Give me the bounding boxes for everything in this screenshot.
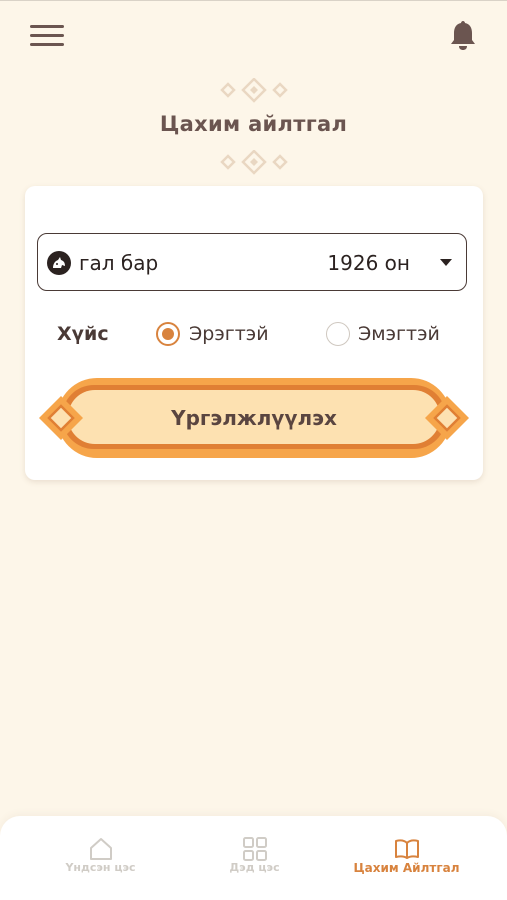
nav-report[interactable]: Цахим Айлтгал bbox=[322, 816, 491, 900]
bottom-nav: Үндсэн цэс Дэд цэс Цахим Айлтгал bbox=[0, 816, 507, 900]
continue-button[interactable]: Үргэлжлүүлэх bbox=[37, 378, 471, 458]
zodiac-name: гал бар bbox=[79, 251, 159, 275]
caret-down-icon bbox=[440, 259, 452, 266]
radio-male-label[interactable]: Эрэгтэй bbox=[189, 323, 269, 345]
radio-female-label[interactable]: Эмэгтэй bbox=[358, 323, 440, 345]
form-card: гал бар 1926 он Хүйс Эрэгтэй Эмэгтэй Үрг… bbox=[25, 186, 483, 480]
home-icon bbox=[90, 838, 112, 860]
grid-icon bbox=[243, 837, 267, 861]
radio-male[interactable] bbox=[156, 322, 180, 346]
nav-report-label: Цахим Айлтгал bbox=[353, 861, 460, 875]
horse-icon bbox=[47, 251, 71, 275]
nav-submenu[interactable]: Дэд цэс bbox=[170, 816, 339, 900]
page-title: Цахим айлтгал bbox=[159, 112, 348, 136]
nav-home[interactable]: Үндсэн цэс bbox=[16, 816, 185, 900]
hamburger-menu-icon[interactable] bbox=[28, 22, 66, 50]
nav-submenu-label: Дэд цэс bbox=[229, 861, 280, 874]
bell-icon[interactable] bbox=[447, 18, 479, 52]
radio-female[interactable] bbox=[326, 322, 350, 346]
selected-year: 1926 он bbox=[327, 251, 410, 275]
top-ornament bbox=[0, 77, 507, 104]
status-divider bbox=[0, 0, 507, 1]
continue-label: Үргэлжлүүлэх bbox=[171, 406, 337, 430]
gender-label: Хүйс bbox=[57, 323, 109, 345]
nav-home-label: Үндсэн цэс bbox=[65, 861, 136, 874]
book-icon bbox=[395, 839, 419, 859]
bottom-ornament bbox=[0, 149, 507, 176]
year-selector[interactable]: гал бар 1926 он bbox=[37, 233, 467, 291]
